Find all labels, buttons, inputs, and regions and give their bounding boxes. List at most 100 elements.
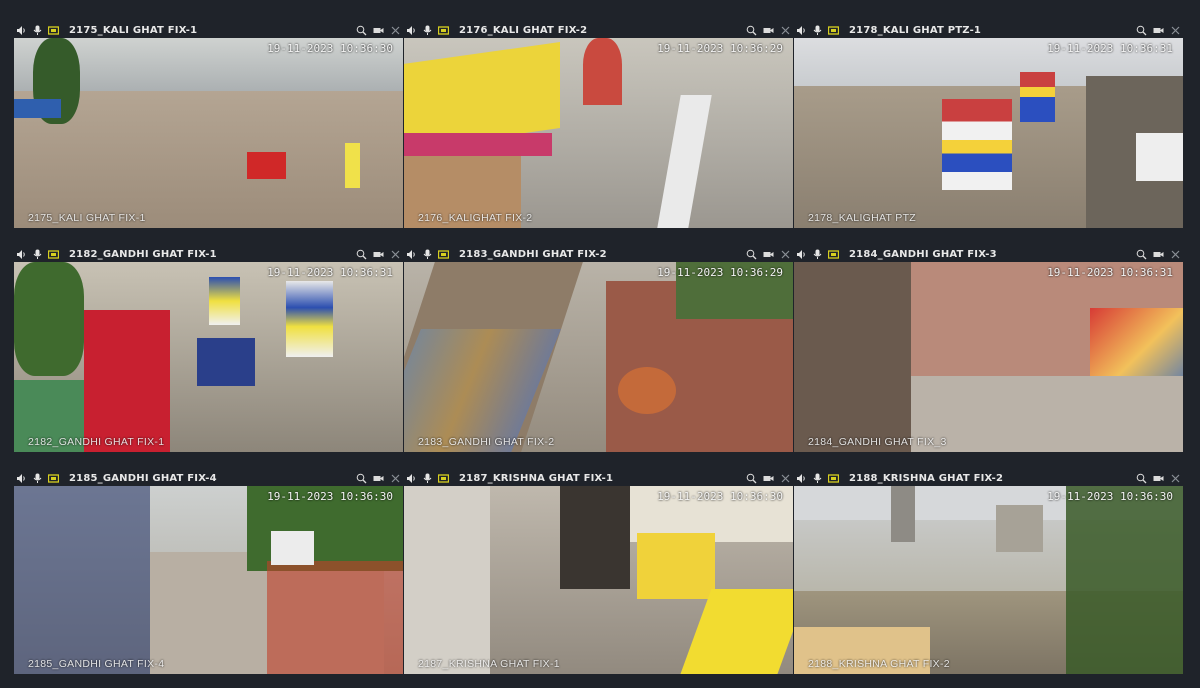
close-icon[interactable] [780, 249, 791, 260]
record-camera-icon[interactable] [1153, 473, 1164, 484]
camera-title: 2183_GANDHI GHAT FIX-2 [459, 248, 607, 260]
close-icon[interactable] [1170, 25, 1181, 36]
header-left-icons [16, 249, 59, 260]
zoom-icon[interactable] [1136, 473, 1147, 484]
microphone-icon[interactable] [422, 25, 433, 36]
scene-shape [84, 309, 170, 452]
camera-title: 2178_KALI GHAT PTZ-1 [849, 24, 982, 36]
zoom-icon[interactable] [1136, 25, 1147, 36]
speaker-icon[interactable] [16, 25, 27, 36]
camera-feed[interactable]: 19-11-2023 10:36:31 2184_GANDHI GHAT FIX_… [794, 262, 1183, 452]
scene-shape [270, 531, 314, 565]
close-icon[interactable] [390, 473, 401, 484]
camera-tile[interactable]: 2178_KALI GHAT PTZ-1 19-11-2023 10:36:31… [794, 22, 1183, 228]
zoom-icon[interactable] [746, 25, 757, 36]
camera-feed[interactable]: 19-11-2023 10:36:30 2175_KALI GHAT FIX-1 [14, 38, 403, 228]
header-right-icons [1136, 473, 1181, 484]
speaker-icon[interactable] [16, 473, 27, 484]
scene-shape [1136, 133, 1183, 181]
speaker-icon[interactable] [406, 473, 417, 484]
camera-tile[interactable]: 2176_KALI GHAT FIX-2 19-11-2023 10:36:29… [404, 22, 793, 228]
close-icon[interactable] [780, 473, 791, 484]
camera-title: 2185_GANDHI GHAT FIX-4 [69, 472, 217, 484]
camera-tile[interactable]: 2185_GANDHI GHAT FIX-4 19-11-2023 10:36:… [14, 470, 403, 674]
camera-feed[interactable]: 19-11-2023 10:36:30 2187_KRISHNA GHAT FIX… [404, 486, 793, 674]
record-camera-icon[interactable] [1153, 25, 1164, 36]
speaker-icon[interactable] [796, 473, 807, 484]
camera-title: 2184_GANDHI GHAT FIX-3 [849, 248, 997, 260]
camera-feed[interactable]: 19-11-2023 10:36:29 2183_GANDHI GHAT FIX-… [404, 262, 793, 452]
feed-camera-label: 2188_KRISHNA GHAT FIX-2 [808, 658, 950, 670]
camera-tile-header: 2184_GANDHI GHAT FIX-3 [794, 246, 1183, 262]
scene-shape [247, 152, 287, 179]
camera-tile[interactable]: 2182_GANDHI GHAT FIX-1 19-11-2023 10:36:… [14, 246, 403, 452]
record-camera-icon[interactable] [373, 473, 384, 484]
close-icon[interactable] [780, 25, 791, 36]
feed-camera-label: 2176_KALIGHAT FIX-2 [418, 212, 533, 224]
microphone-icon[interactable] [422, 249, 433, 260]
scene-shape [404, 133, 552, 156]
camera-tile[interactable]: 2175_KALI GHAT FIX-1 19-11-2023 10:36:30… [14, 22, 403, 228]
zoom-icon[interactable] [356, 25, 367, 36]
record-camera-icon[interactable] [373, 25, 384, 36]
record-camera-icon[interactable] [373, 249, 384, 260]
scene-shape [1066, 486, 1183, 674]
feed-camera-label: 2182_GANDHI GHAT FIX-1 [28, 436, 165, 448]
recording-status-icon [438, 249, 449, 260]
feed-timestamp: 19-11-2023 10:36:29 [657, 42, 783, 55]
microphone-icon[interactable] [32, 473, 43, 484]
microphone-icon[interactable] [422, 473, 433, 484]
speaker-icon[interactable] [796, 25, 807, 36]
zoom-icon[interactable] [356, 473, 367, 484]
camera-tile[interactable]: 2184_GANDHI GHAT FIX-3 19-11-2023 10:36:… [794, 246, 1183, 452]
microphone-icon[interactable] [32, 25, 43, 36]
microphone-icon[interactable] [812, 249, 823, 260]
feed-camera-label: 2185_GANDHI GHAT FIX-4 [28, 658, 165, 670]
camera-tile-header: 2183_GANDHI GHAT FIX-2 [404, 246, 793, 262]
camera-feed[interactable]: 19-11-2023 10:36:31 2178_KALIGHAT PTZ [794, 38, 1183, 228]
recording-status-icon [48, 25, 59, 36]
camera-feed[interactable]: 19-11-2023 10:36:30 2185_GANDHI GHAT FIX-… [14, 486, 403, 674]
header-right-icons [746, 473, 791, 484]
camera-feed[interactable]: 19-11-2023 10:36:30 2188_KRISHNA GHAT FIX… [794, 486, 1183, 674]
zoom-icon[interactable] [1136, 249, 1147, 260]
close-icon[interactable] [1170, 249, 1181, 260]
record-camera-icon[interactable] [763, 25, 774, 36]
header-right-icons [356, 249, 401, 260]
microphone-icon[interactable] [812, 473, 823, 484]
feed-timestamp: 19-11-2023 10:36:31 [1047, 42, 1173, 55]
feed-camera-label: 2178_KALIGHAT PTZ [808, 212, 917, 224]
zoom-icon[interactable] [746, 473, 757, 484]
microphone-icon[interactable] [812, 25, 823, 36]
header-right-icons [356, 473, 401, 484]
camera-tile-header: 2176_KALI GHAT FIX-2 [404, 22, 793, 38]
record-camera-icon[interactable] [763, 473, 774, 484]
header-left-icons [796, 249, 839, 260]
speaker-icon[interactable] [796, 249, 807, 260]
speaker-icon[interactable] [406, 249, 417, 260]
recording-status-icon [828, 249, 839, 260]
close-icon[interactable] [1170, 473, 1181, 484]
speaker-icon[interactable] [16, 249, 27, 260]
scene-shape [286, 281, 333, 357]
camera-feed[interactable]: 19-11-2023 10:36:29 2176_KALIGHAT FIX-2 [404, 38, 793, 228]
camera-tile[interactable]: 2188_KRISHNA GHAT FIX-2 19-11-2023 10:36… [794, 470, 1183, 674]
scene-shape [794, 262, 911, 452]
speaker-icon[interactable] [406, 25, 417, 36]
close-icon[interactable] [390, 249, 401, 260]
scene-shape [941, 98, 1012, 190]
scene-shape [208, 277, 240, 325]
header-left-icons [796, 473, 839, 484]
zoom-icon[interactable] [746, 249, 757, 260]
camera-feed[interactable]: 19-11-2023 10:36:31 2182_GANDHI GHAT FIX-… [14, 262, 403, 452]
header-left-icons [406, 473, 449, 484]
scene-shape [266, 561, 403, 674]
microphone-icon[interactable] [32, 249, 43, 260]
zoom-icon[interactable] [356, 249, 367, 260]
camera-tile[interactable]: 2183_GANDHI GHAT FIX-2 19-11-2023 10:36:… [404, 246, 793, 452]
camera-tile[interactable]: 2187_KRISHNA GHAT FIX-1 19-11-2023 10:36… [404, 470, 793, 674]
record-camera-icon[interactable] [1153, 249, 1164, 260]
record-camera-icon[interactable] [763, 249, 774, 260]
close-icon[interactable] [390, 25, 401, 36]
scene-shape [196, 338, 256, 386]
